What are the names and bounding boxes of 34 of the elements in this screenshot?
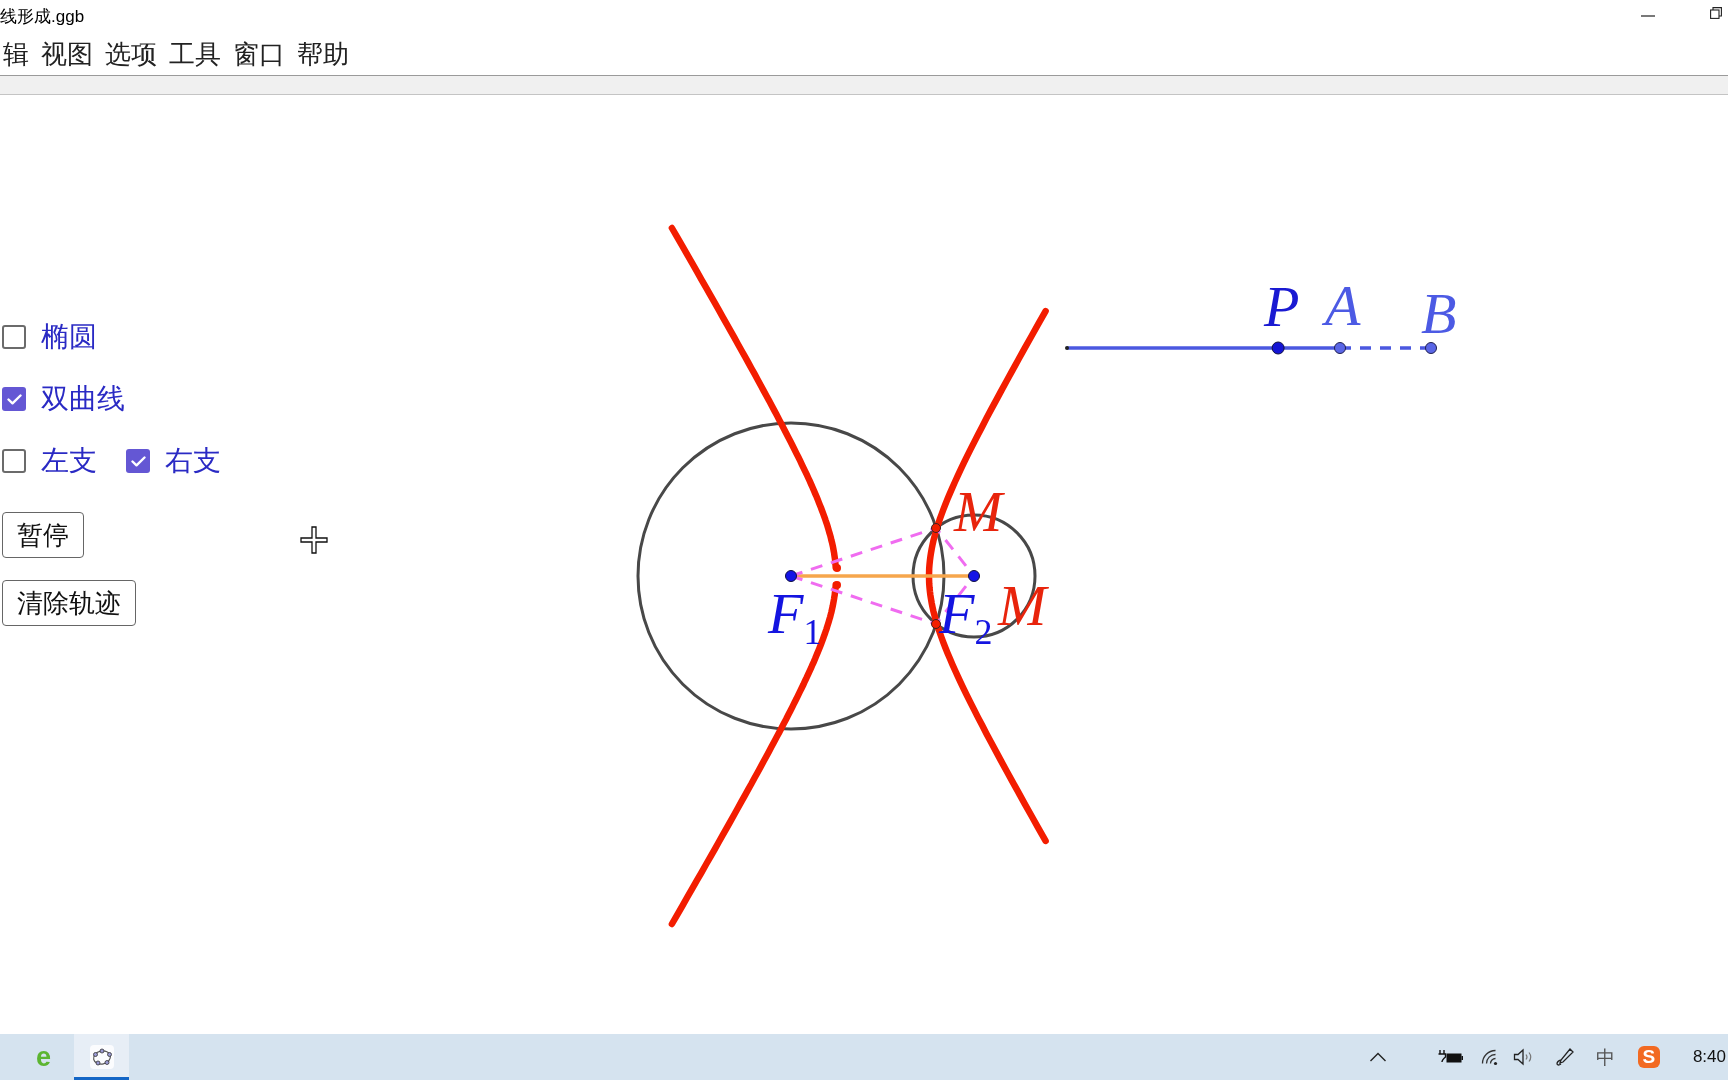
window-title: 线形成.ggb [0,5,85,28]
taskbar-app[interactable] [74,1034,129,1080]
menu-item[interactable]: 视图 [41,40,93,67]
checkbox-label[interactable]: 左支 [41,447,97,475]
checkbox-label[interactable]: 椭圆 [41,323,97,351]
checkmark-icon [6,393,22,405]
action-button[interactable]: 清除轨迹 [2,580,136,626]
menu-item[interactable]: 窗口 [233,40,285,67]
point-label: B [1421,285,1457,343]
menu-item[interactable]: 选项 [105,40,157,67]
restore-icon[interactable] [1710,7,1722,19]
checkbox[interactable] [2,325,26,349]
checkbox-label[interactable]: 双曲线 [41,385,125,413]
menu-item[interactable]: 辑 [3,40,29,67]
point-label: F$_{1}$ [768,585,822,643]
menu-item[interactable]: 帮助 [297,40,349,67]
battery-plug-icon[interactable] [1436,1049,1463,1065]
action-button[interactable]: 暂停 [2,512,84,558]
slider-handle[interactable] [1271,341,1285,355]
input-mode-indicator[interactable]: 中 [1595,1047,1615,1067]
checkbox[interactable] [126,449,150,473]
pen-icon[interactable] [1554,1047,1575,1067]
slider-track[interactable] [1065,341,1437,355]
chevron-up-icon[interactable] [1368,1052,1387,1062]
cross-cursor-icon [299,525,329,555]
menu-item[interactable]: 工具 [169,40,221,67]
checkbox[interactable] [2,387,26,411]
checkbox[interactable] [2,449,26,473]
clock-time[interactable]: 8:40 [1692,1047,1726,1067]
checkbox-label[interactable]: 右支 [165,447,221,475]
checkmark-icon [130,455,146,467]
browser-icon: e [36,1043,51,1071]
polygon-app-icon [89,1045,114,1069]
point-label: P [1264,278,1300,336]
